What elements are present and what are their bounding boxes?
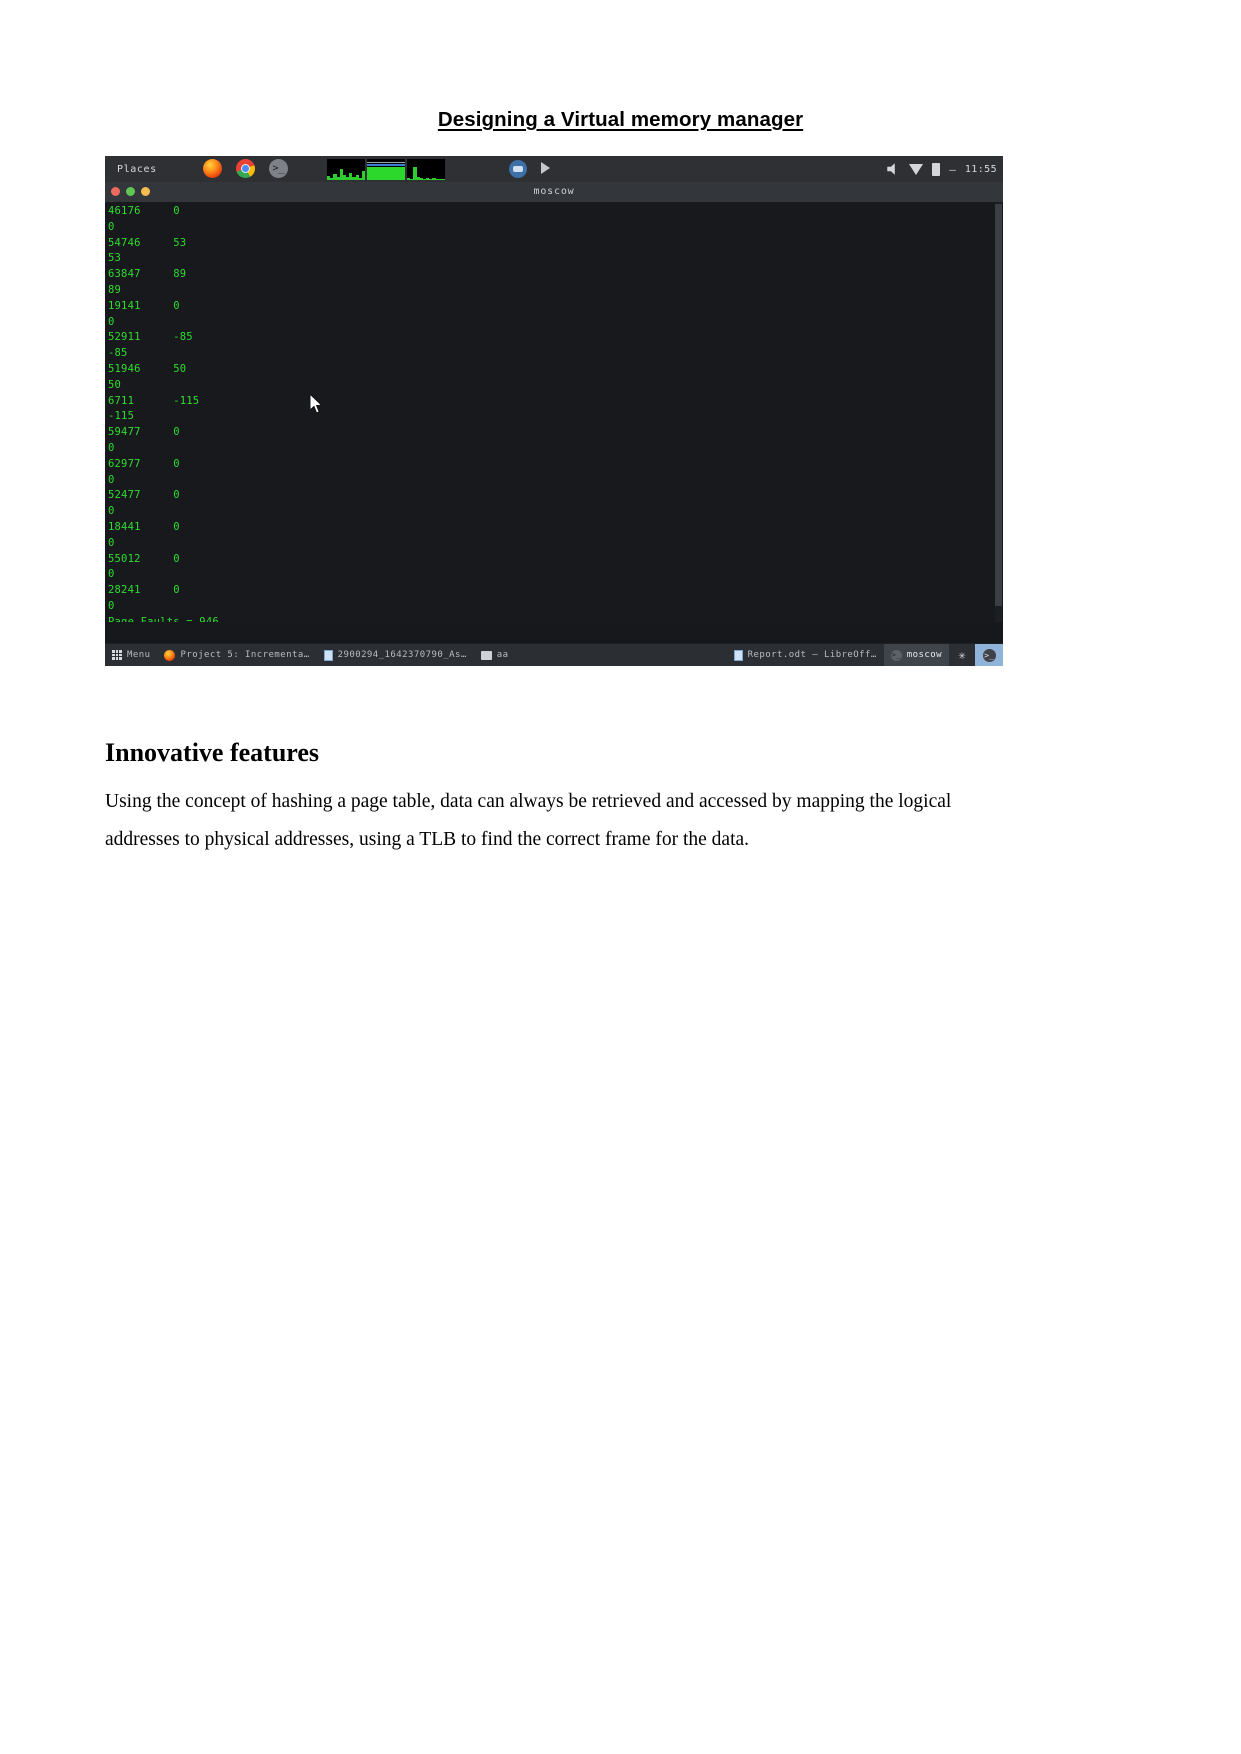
terminal-line: 0 — [108, 568, 115, 581]
taskbar-item-folder[interactable]: aa — [474, 644, 516, 666]
taskbar-right: ✳ >_ — [949, 644, 1003, 666]
menu-button[interactable]: Menu — [105, 644, 157, 666]
window-title: moscow — [533, 186, 575, 197]
terminal-line: 50 — [108, 378, 122, 391]
cpu-graph-icon — [327, 159, 365, 180]
firefox-icon[interactable] — [203, 159, 222, 178]
terminal-icon: >_ — [890, 649, 902, 661]
places-menu[interactable]: Places — [117, 164, 157, 175]
section-heading: Innovative features — [105, 738, 320, 767]
chrome-icon[interactable] — [236, 159, 255, 178]
terminal-line: 53 — [108, 252, 122, 265]
terminal-icon: >_ — [982, 648, 996, 662]
terminal-line: -115 — [108, 410, 135, 423]
terminal-line: 0 — [108, 315, 115, 328]
taskbar-item-document-label: 2900294_1642370790_As… — [337, 650, 467, 660]
page-title: Designing a Virtual memory manager — [0, 108, 1241, 132]
scrollbar-thumb[interactable] — [995, 204, 1002, 606]
terminal-line: 52911 -85 — [108, 331, 193, 344]
separator-dash: — — [949, 162, 956, 176]
terminal-line: 0 — [108, 473, 115, 486]
terminal-line: 54746 53 — [108, 236, 187, 249]
taskbar: Menu Project 5: Incrementa… 2900294_1642… — [105, 643, 1003, 666]
wifi-icon[interactable] — [909, 163, 924, 175]
play-icon[interactable] — [541, 162, 550, 174]
taskbar-item-document[interactable]: 2900294_1642370790_As… — [317, 644, 474, 666]
system-monitor-applet — [327, 159, 445, 180]
terminal-icon[interactable]: >_ — [269, 159, 288, 178]
folder-icon — [480, 650, 492, 660]
firefox-icon — [164, 649, 176, 661]
terminal-line: 62977 0 — [108, 457, 180, 470]
terminal-line: 0 — [108, 599, 115, 612]
terminal-line: 0 — [108, 441, 115, 454]
taskbar-item-report-label: Report.odt – LibreOff… — [747, 650, 877, 660]
memory-graph-icon — [407, 159, 445, 180]
taskbar-item-firefox-label: Project 5: Incrementa… — [180, 650, 310, 660]
terminal-line: 55012 0 — [108, 552, 180, 565]
grid-icon — [112, 650, 122, 660]
terminal-line: 52477 0 — [108, 489, 180, 502]
clock[interactable]: 11:55 — [965, 164, 997, 175]
terminal-line: 6711 -115 — [108, 394, 200, 407]
screenshot-figure: Places >_ — 11:55 moscow 46176 0 0 54746… — [105, 156, 1003, 666]
chat-icon[interactable] — [509, 160, 527, 178]
terminal-line: 18441 0 — [108, 520, 180, 533]
taskbar-item-moscow-label: moscow — [906, 650, 942, 660]
volume-icon[interactable] — [887, 163, 895, 175]
terminal-line: 0 — [108, 536, 115, 549]
terminal-line: Page Faults = 946 — [108, 615, 219, 622]
panel-launchers: >_ — [203, 159, 288, 178]
system-tray: — 11:55 — [887, 156, 997, 182]
terminal-line: 19141 0 — [108, 299, 180, 312]
document-icon — [733, 649, 743, 661]
terminal-line: 0 — [108, 505, 115, 518]
workspace-indicator[interactable]: >_ — [975, 644, 1003, 666]
body-paragraph: Using the concept of hashing a page tabl… — [105, 791, 952, 850]
asterisk-icon[interactable]: ✳ — [949, 644, 975, 666]
taskbar-item-report[interactable]: Report.odt – LibreOff… — [727, 644, 884, 666]
terminal-line: 59477 0 — [108, 426, 180, 439]
page-title-text: Designing a Virtual memory manager — [437, 108, 804, 131]
taskbar-item-firefox[interactable]: Project 5: Incrementa… — [157, 644, 316, 666]
document-icon — [323, 649, 333, 661]
taskbar-item-moscow[interactable]: >_ moscow — [883, 644, 949, 666]
terminal-output: 46176 0 0 54746 53 53 63847 89 89 19141 0 0 5291… — [108, 204, 219, 622]
terminal-scrollbar[interactable] — [995, 202, 1002, 622]
desktop-top-panel: Places >_ — 11:55 — [105, 156, 1003, 182]
network-graph-icon — [367, 159, 405, 180]
terminal-line: 63847 89 — [108, 268, 187, 281]
terminal-line: 89 — [108, 283, 122, 296]
mouse-cursor-icon — [310, 394, 323, 414]
terminal-line: 0 — [108, 220, 115, 233]
taskbar-item-folder-label: aa — [496, 650, 509, 660]
battery-icon[interactable] — [932, 162, 941, 176]
window-titlebar: moscow — [105, 182, 1003, 202]
terminal-line: 28241 0 — [108, 584, 180, 597]
terminal-window[interactable]: 46176 0 0 54746 53 53 63847 89 89 19141 0 0 5291… — [105, 202, 1003, 622]
terminal-line: 51946 50 — [108, 362, 187, 375]
terminal-line: -85 — [108, 347, 128, 360]
menu-button-label: Menu — [127, 650, 151, 660]
document-page: Designing a Virtual memory manager Place… — [0, 0, 1241, 1754]
terminal-line: 46176 0 — [108, 205, 180, 217]
